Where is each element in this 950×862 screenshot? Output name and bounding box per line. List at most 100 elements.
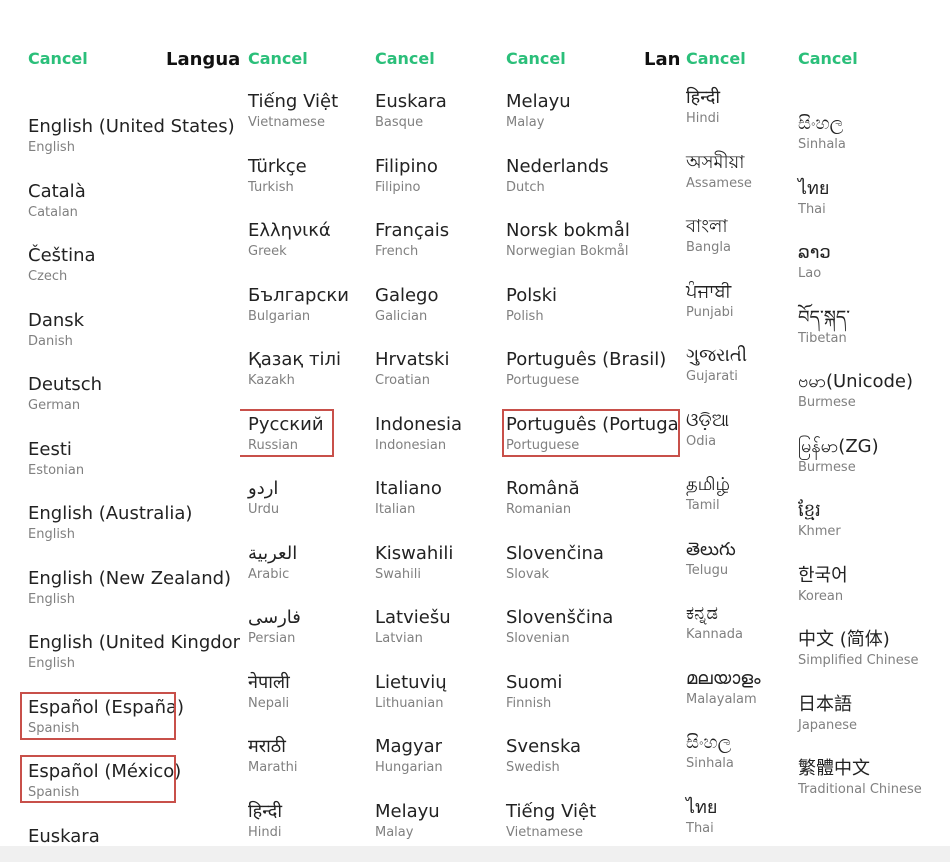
language-item[interactable]: Polski Polish (506, 285, 557, 345)
language-item[interactable]: Italiano Italian (375, 478, 442, 538)
language-item[interactable]: Filipino Filipino (375, 156, 438, 216)
language-item[interactable]: English (Australia) English (28, 503, 192, 563)
language-subtitle: Russian (248, 437, 299, 453)
language-item[interactable]: Svenska Swedish (506, 736, 581, 796)
language-item[interactable]: తెలుగు Telugu (686, 539, 736, 599)
language-subtitle: Malay (506, 115, 545, 130)
cancel-button[interactable]: Cancel (798, 49, 858, 68)
language-item[interactable]: অসমীয়া Assamese (686, 152, 752, 212)
language-subtitle: Catalan (28, 204, 78, 220)
language-item[interactable]: മലയാളം Malayalam (686, 668, 761, 728)
language-item[interactable]: Indonesia Indonesian (375, 414, 462, 474)
language-item[interactable]: Slovenčina Slovak (506, 543, 604, 603)
language-subtitle: French (375, 244, 419, 259)
language-item[interactable]: Tiếng Việt Vietnamese (248, 91, 338, 151)
language-name: Italiano (375, 478, 442, 499)
language-item[interactable]: ಕನ್ನಡ Kannada (686, 603, 743, 663)
language-item[interactable]: ଓଡ଼ିଆ Odia (686, 410, 729, 470)
language-item[interactable]: Français French (375, 220, 449, 280)
language-name: English (United Kingdom) (28, 632, 240, 653)
language-item[interactable]: Dansk Danish (28, 310, 84, 370)
language-item[interactable]: Suomi Finnish (506, 672, 562, 732)
language-name: 한국어 (798, 564, 848, 586)
language-item[interactable]: සිංහල Sinhala (798, 113, 846, 173)
language-item[interactable]: සිංහල Sinhala (686, 732, 734, 792)
language-item[interactable]: ဗမာ(Unicode) Burmese (798, 371, 913, 431)
language-name: Svenska (506, 736, 582, 757)
language-subtitle: Lithuanian (375, 695, 444, 711)
language-item[interactable]: Norsk bokmål Norwegian Bokmål (506, 220, 630, 280)
language-item[interactable]: 日本語 Japanese (798, 694, 857, 754)
language-item[interactable]: Română Romanian (506, 478, 580, 538)
language-item[interactable]: Ελληνικά Greek (248, 220, 331, 280)
language-item[interactable]: Български Bulgarian (248, 285, 349, 345)
language-item[interactable]: 中文 (简体) Simplified Chinese (798, 629, 919, 689)
language-item[interactable]: བོད་སྐད་ Tibetan (798, 307, 850, 367)
language-item[interactable]: Português (Portugal) Portuguese (506, 414, 680, 474)
language-subtitle: Odia (686, 433, 717, 449)
language-item[interactable]: नेपाली Nepali (248, 672, 290, 732)
language-item[interactable]: हिन्दी Hindi (686, 87, 720, 147)
language-item[interactable]: ລາວ Lao (798, 242, 831, 302)
language-item[interactable]: Deutsch German (28, 374, 102, 434)
language-item[interactable]: English (New Zealand) English (28, 568, 231, 628)
language-item[interactable]: Galego Galician (375, 285, 439, 345)
language-item[interactable]: فارسی Persian (248, 607, 301, 667)
language-subtitle: Turkish (248, 179, 294, 195)
language-item[interactable]: Türkçe Turkish (248, 156, 307, 216)
language-item[interactable]: বাংলা Bangla (686, 216, 731, 276)
language-item[interactable]: Latviešu Latvian (375, 607, 451, 667)
cancel-button[interactable]: Cancel (506, 49, 566, 68)
cancel-button[interactable]: Cancel (686, 49, 746, 68)
language-item[interactable]: ไทย Thai (798, 178, 829, 238)
language-name: Magyar (375, 736, 443, 757)
language-item[interactable]: Қазақ тілі Kazakh (248, 349, 341, 409)
language-item[interactable]: Lietuvių Lithuanian (375, 672, 447, 732)
language-item[interactable]: Hrvatski Croatian (375, 349, 449, 409)
language-item[interactable]: Español (México) Spanish (28, 761, 181, 821)
language-item[interactable]: Español (España) Spanish (28, 697, 184, 757)
language-item[interactable]: English (United States) English (28, 116, 235, 176)
language-item[interactable]: ਪੰਜਾਬੀ Punjabi (686, 281, 734, 341)
language-item[interactable]: ខ្មែរ Khmer (798, 500, 841, 560)
language-name: Kiswahili (375, 542, 454, 564)
language-item[interactable]: Nederlands Dutch (506, 156, 609, 216)
cancel-button[interactable]: Cancel (28, 49, 88, 68)
language-subtitle: Norwegian Bokmål (506, 244, 629, 259)
language-item[interactable]: Русский Russian (248, 414, 324, 474)
language-item[interactable]: Melayu Malay (506, 91, 571, 151)
language-subtitle: Italian (375, 502, 416, 517)
language-item[interactable]: தமிழ் Tamil (686, 474, 730, 534)
language-item[interactable]: Magyar Hungarian (375, 736, 443, 796)
language-subtitle: Urdu (248, 502, 280, 517)
language-item[interactable]: اردو Urdu (248, 478, 279, 538)
language-name: Español (México) (28, 761, 182, 782)
language-subtitle: Tibetan (798, 330, 847, 346)
language-name: Euskara (28, 825, 100, 847)
cancel-button[interactable]: Cancel (248, 49, 308, 68)
header: Cancel (368, 36, 496, 82)
language-item[interactable]: Euskara Basque (375, 91, 447, 151)
language-item[interactable]: Eesti Estonian (28, 439, 84, 499)
language-name: Nederlands (506, 155, 609, 177)
language-item[interactable]: العربية Arabic (248, 543, 297, 603)
cancel-button[interactable]: Cancel (375, 49, 435, 68)
language-item[interactable]: မြန်မာ(ZG) Burmese (798, 436, 879, 496)
language-item[interactable]: English (United Kingdom) English (28, 632, 240, 692)
language-subtitle: Hungarian (375, 760, 443, 775)
language-item[interactable]: Čeština Czech (28, 245, 96, 305)
language-name: සිංහල (686, 732, 732, 753)
language-subtitle: Latvian (375, 631, 423, 646)
language-name: Ελληνικά (248, 220, 331, 241)
language-name: 日本語 (798, 693, 852, 715)
language-item[interactable]: Português (Brasil) Portuguese (506, 349, 666, 409)
language-subtitle: German (28, 398, 81, 413)
language-item[interactable]: मराठी Marathi (248, 736, 297, 796)
language-subtitle: Arabic (248, 566, 290, 582)
language-item[interactable]: Slovenščina Slovenian (506, 607, 613, 667)
language-item[interactable]: 한국어 Korean (798, 565, 848, 625)
language-item[interactable]: 繁體中文 Traditional Chinese (798, 758, 922, 818)
language-item[interactable]: ગુજરાતી Gujarati (686, 345, 747, 405)
language-item[interactable]: Català Catalan (28, 181, 86, 241)
language-item[interactable]: Kiswahili Swahili (375, 543, 453, 603)
